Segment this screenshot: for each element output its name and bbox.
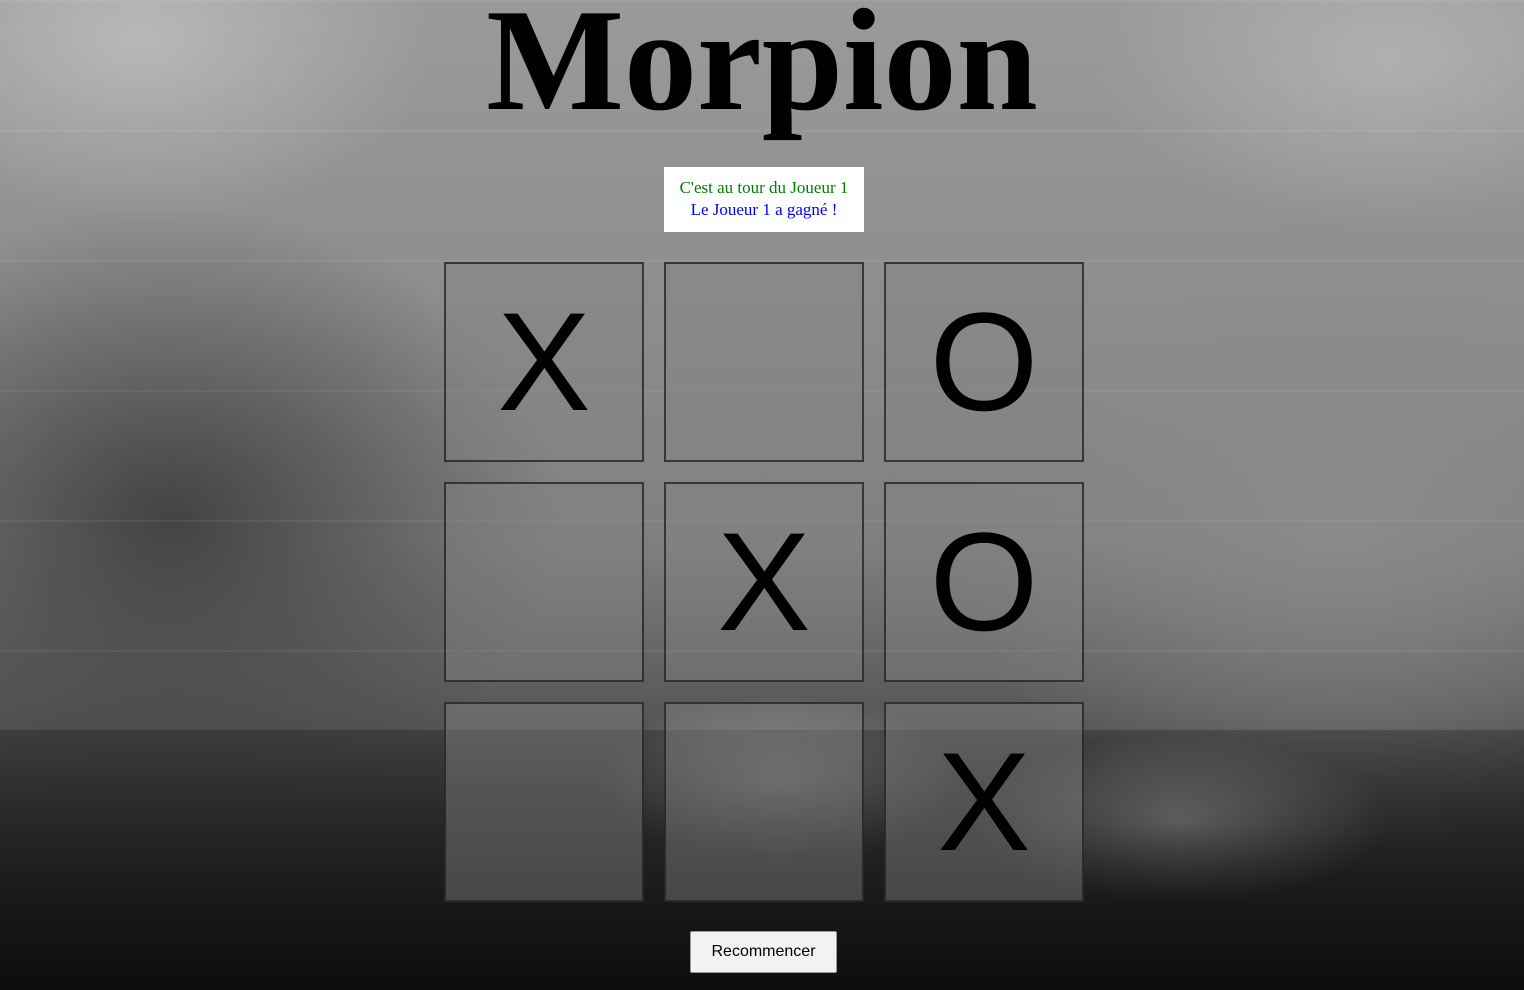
- board-cell-4[interactable]: [444, 482, 644, 682]
- board-cell-9[interactable]: X: [884, 702, 1084, 902]
- win-status: Le Joueur 1 a gagné !: [690, 200, 838, 219]
- board-cell-2[interactable]: [664, 262, 864, 462]
- restart-button[interactable]: Recommencer: [690, 931, 837, 973]
- game-board: X O X O X: [444, 262, 1084, 902]
- board-cell-5[interactable]: X: [664, 482, 864, 682]
- status-panel: C'est au tour du Joueur 1 Le Joueur 1 a …: [664, 167, 864, 232]
- page-title: Morpion: [486, 0, 1038, 141]
- board-cell-7[interactable]: [444, 702, 644, 902]
- turn-status: C'est au tour du Joueur 1: [679, 178, 849, 197]
- board-cell-6[interactable]: O: [884, 482, 1084, 682]
- board-cell-3[interactable]: O: [884, 262, 1084, 462]
- board-cell-8[interactable]: [664, 702, 864, 902]
- board-cell-1[interactable]: X: [444, 262, 644, 462]
